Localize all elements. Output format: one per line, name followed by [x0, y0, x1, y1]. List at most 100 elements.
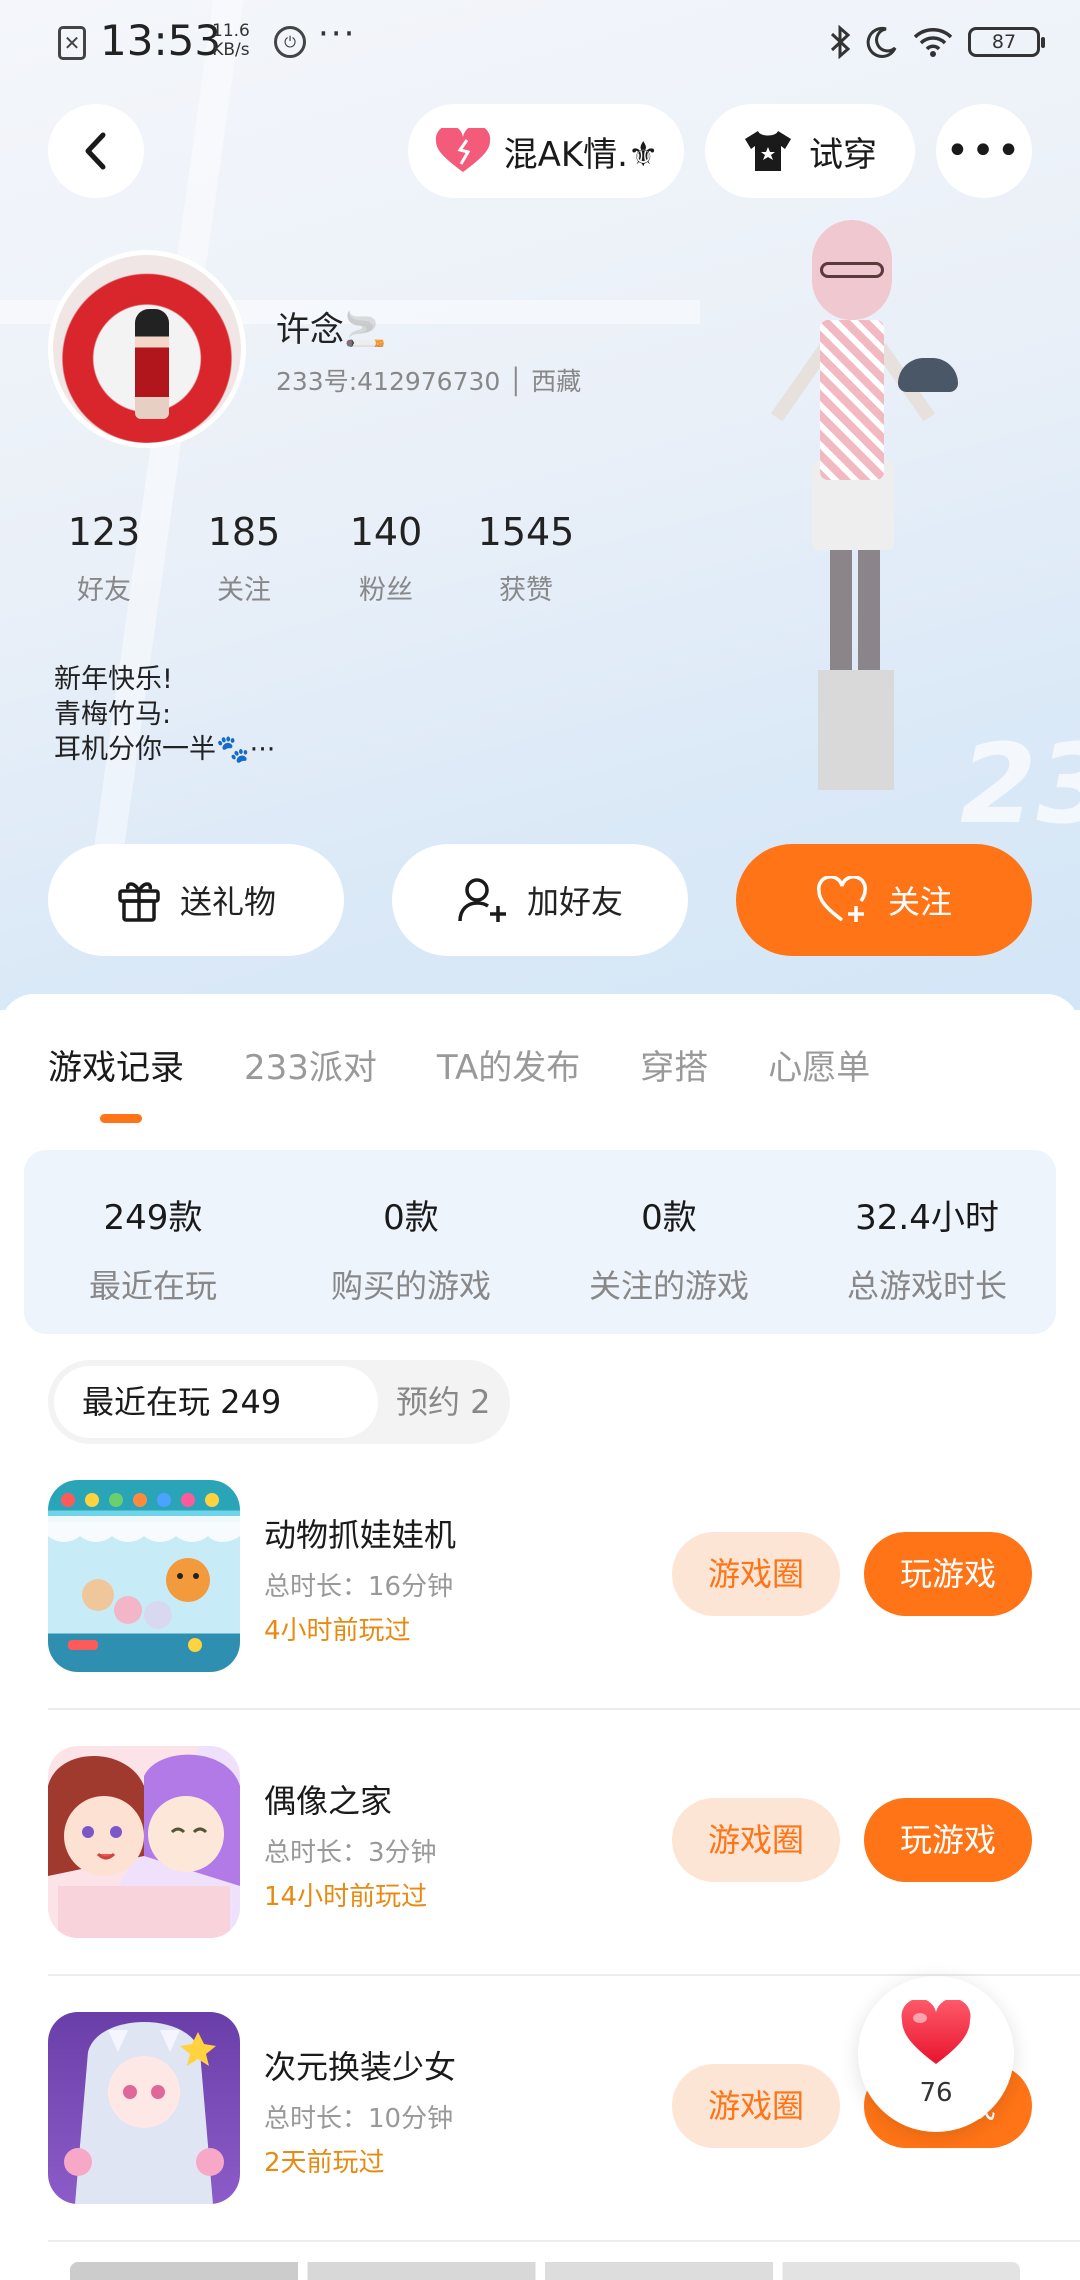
game-circle-button[interactable]: 游戏圈 [672, 1798, 840, 1882]
summary-label: 总游戏时长 [846, 1267, 1007, 1305]
game-circle-button[interactable]: 游戏圈 [672, 2064, 840, 2148]
chevron-left-icon [85, 132, 106, 170]
tab-posts[interactable]: TA的发布 [437, 1040, 580, 1089]
bluetooth-icon [830, 25, 851, 59]
try-on-button[interactable]: 试穿 [705, 104, 915, 198]
stat-likes[interactable]: 1545 获赞 [456, 510, 596, 607]
send-gift-button[interactable]: 送礼物 [48, 844, 344, 956]
claw-machine-icon [48, 1493, 240, 1652]
stat-following[interactable]: 185 关注 [174, 510, 314, 607]
back-button[interactable] [48, 104, 144, 198]
moon-icon [866, 26, 897, 58]
network-speed: 11.6 KB/s [212, 21, 250, 60]
character-boot [818, 670, 856, 790]
idol-characters-icon [48, 1754, 240, 1938]
game-playtime: 总时长：10分钟 [264, 2104, 454, 2134]
game-circle-button[interactable]: 游戏圈 [672, 1532, 840, 1616]
character-boot [856, 670, 894, 790]
row-divider [48, 1708, 1080, 1710]
stat-label: 粉丝 [359, 575, 413, 606]
follow-label: 关注 [887, 883, 952, 921]
heart-icon [901, 2000, 971, 2064]
game-icon-idol-home[interactable] [48, 1746, 240, 1938]
try-on-label: 试穿 [809, 134, 877, 175]
tshirt-icon [745, 131, 791, 171]
list-filter-segment: 最近在玩 249 预约 2 [48, 1360, 510, 1444]
bio-line: 青梅竹马: [54, 699, 172, 730]
tab-game-records[interactable]: 游戏记录 [48, 1040, 184, 1089]
tab-outfits[interactable]: 穿搭 [640, 1040, 708, 1089]
gift-icon [118, 882, 160, 922]
game-playtime: 总时长：3分钟 [264, 1838, 437, 1868]
stat-fans[interactable]: 140 粉丝 [316, 510, 456, 607]
user-name: 许念🚬 [276, 310, 387, 350]
bio-line: 耳机分你一半🐾··· [54, 734, 276, 765]
follow-button[interactable]: 关注 [736, 844, 1032, 956]
stat-label: 好友 [77, 575, 131, 606]
game-icon-dressup-girl[interactable] [48, 2012, 240, 2204]
summary-purchased[interactable]: 0款 购买的游戏 [282, 1150, 540, 1334]
battery-icon: 87 [968, 27, 1045, 57]
filter-recent-playing[interactable]: 最近在玩 249 [54, 1366, 378, 1438]
game-row[interactable]: 动物抓娃娃机 总时长：16分钟 4小时前玩过 游戏圈 玩游戏 [48, 1480, 1032, 1672]
status-right: 87 [828, 20, 1045, 64]
status-time: 13:53 [100, 16, 222, 65]
summary-total-time[interactable]: 32.4小时 总游戏时长 [798, 1150, 1056, 1334]
relationship-tag-button[interactable]: 混AK情.⚜ [408, 104, 684, 198]
summary-label: 关注的游戏 [588, 1267, 749, 1305]
game-last-played: 4小时前玩过 [264, 1616, 411, 1646]
send-gift-label: 送礼物 [179, 883, 276, 921]
stat-label: 关注 [217, 575, 271, 606]
app-status-icon: ⏻ [274, 26, 306, 58]
bio-line: 新年快乐! [54, 664, 173, 695]
character-dress [820, 320, 884, 480]
summary-value: 0款 [383, 1198, 439, 1238]
more-dots-icon: ••• [945, 128, 1023, 174]
add-friend-label: 加好友 [526, 883, 623, 921]
active-tab-indicator [100, 1114, 142, 1123]
summary-label: 最近在玩 [88, 1267, 217, 1305]
game-name: 偶像之家 [264, 1782, 393, 1820]
play-game-button[interactable]: 玩游戏 [864, 1798, 1032, 1882]
avatar[interactable] [48, 250, 246, 448]
play-game-button[interactable]: 玩游戏 [864, 1532, 1032, 1616]
row-divider [48, 2240, 1080, 2242]
relationship-tag-label: 混AK情.⚜ [503, 134, 659, 175]
add-user-icon [458, 878, 506, 922]
game-icon-claw-machine[interactable] [48, 1480, 240, 1672]
game-playtime: 总时长：16分钟 [264, 1572, 454, 1602]
stat-value: 185 [207, 510, 281, 554]
summary-label: 购买的游戏 [330, 1267, 491, 1305]
filter-reserved[interactable]: 预约 2 [372, 1366, 491, 1438]
summary-recent[interactable]: 249款 最近在玩 [24, 1150, 282, 1334]
stat-value: 140 [349, 510, 423, 554]
game-last-played: 14小时前玩过 [264, 1882, 428, 1912]
notification-icon: ✕ [58, 26, 86, 60]
heart-icon [435, 128, 490, 172]
summary-value: 0款 [641, 1198, 697, 1238]
game-name: 次元换装少女 [264, 2048, 457, 2086]
heart-plus-icon [816, 876, 867, 922]
tab-233-party[interactable]: 233派对 [244, 1040, 377, 1089]
stat-value: 1545 [477, 510, 575, 554]
status-bar: ✕ 13:53 11.6 KB/s ⏻ ··· 87 [0, 0, 1080, 84]
avatar-figure [135, 309, 169, 419]
game-summary: 249款 最近在玩 0款 购买的游戏 0款 关注的游戏 32.4小时 总游戏时长 [24, 1150, 1056, 1334]
stat-friends[interactable]: 123 好友 [34, 510, 174, 607]
like-count: 76 [919, 2078, 953, 2108]
avatar-character-3d[interactable] [720, 210, 980, 840]
profile-tabs: 游戏记录 233派对 TA的发布 穿搭 心愿单 [48, 1040, 930, 1089]
more-status-icon: ··· [318, 14, 357, 54]
wifi-icon [913, 28, 953, 57]
game-last-played: 2天前玩过 [264, 2148, 385, 2178]
character-glasses [820, 262, 884, 278]
more-options-button[interactable]: ••• [936, 104, 1032, 198]
game-row[interactable]: 偶像之家 总时长：3分钟 14小时前玩过 游戏圈 玩游戏 [48, 1746, 1032, 1938]
anime-girl-icon [64, 2022, 224, 2204]
user-id-location: 233号:412976730 │ 西藏 [276, 367, 582, 396]
next-row-preview [70, 2262, 1020, 2280]
tab-wishlist[interactable]: 心愿单 [768, 1040, 870, 1089]
summary-followed[interactable]: 0款 关注的游戏 [540, 1150, 798, 1334]
add-friend-button[interactable]: 加好友 [392, 844, 688, 956]
floating-like-button[interactable]: 76 [858, 1976, 1014, 2132]
